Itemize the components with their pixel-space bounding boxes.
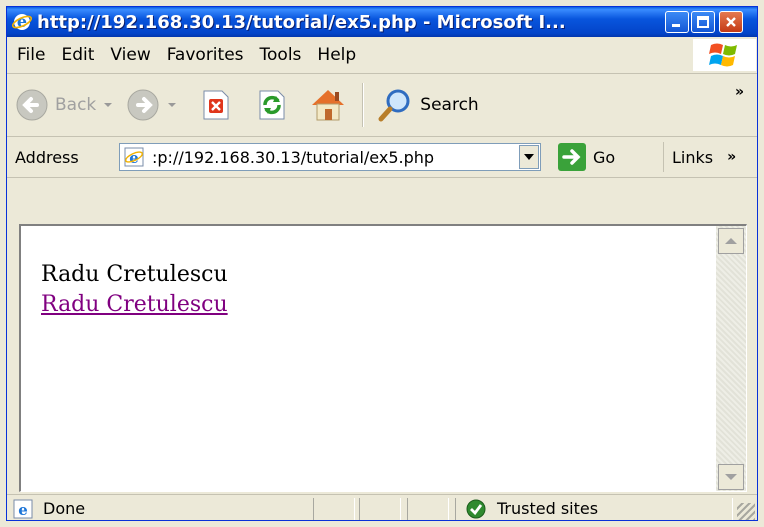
- status-cell: [313, 498, 355, 520]
- back-dropdown-icon[interactable]: [104, 103, 113, 107]
- forward-dropdown-icon[interactable]: [168, 103, 177, 107]
- page-body: Radu Cretulescu Radu Cretulescu: [41, 260, 228, 320]
- search-icon: [378, 89, 410, 122]
- forward-arrow-icon: [127, 89, 159, 121]
- standard-toolbar: Back Search »: [7, 74, 757, 137]
- scroll-down-button[interactable]: [718, 464, 744, 490]
- window-title: http://192.168.30.13/tutorial/ex5.php - …: [37, 11, 566, 33]
- chevron-down-icon: [524, 154, 534, 160]
- page-done-icon: e: [13, 499, 33, 519]
- resize-grip[interactable]: [737, 503, 755, 520]
- toolbar-more-chevron[interactable]: »: [735, 84, 744, 100]
- menu-favorites[interactable]: Favorites: [167, 45, 244, 65]
- svg-text:e: e: [18, 501, 28, 519]
- go-label: Go: [593, 147, 616, 167]
- browser-window: e http://192.168.30.13/tutorial/ex5.php …: [6, 6, 758, 521]
- menu-edit[interactable]: Edit: [61, 45, 94, 65]
- trusted-sites-check-icon: [466, 499, 486, 519]
- page-content: Radu Cretulescu Radu Cretulescu: [19, 224, 747, 492]
- status-bar: e Done Trusted sites: [7, 494, 757, 520]
- stop-button[interactable]: [198, 87, 234, 123]
- links-toolbar[interactable]: Links »: [663, 142, 736, 172]
- minimize-icon: [672, 24, 680, 27]
- menu-bar: File Edit View Favorites Tools Help: [7, 37, 757, 74]
- title-bar[interactable]: e http://192.168.30.13/tutorial/ex5.php …: [7, 7, 757, 37]
- address-bar: Address e :p://192.168.30.13/tutorial/ex…: [7, 137, 757, 178]
- maximize-icon: [697, 16, 709, 28]
- status-cell: [407, 498, 449, 520]
- toolbar-separator: [362, 83, 365, 127]
- go-button[interactable]: Go: [557, 142, 615, 172]
- menu-tools[interactable]: Tools: [260, 45, 302, 65]
- windows-flag-icon: [709, 43, 737, 67]
- vertical-scrollbar[interactable]: [716, 226, 746, 491]
- page-text: Radu Cretulescu: [41, 262, 228, 287]
- chevron-up-icon: [725, 238, 737, 244]
- search-button[interactable]: Search: [376, 86, 479, 124]
- close-icon: [726, 17, 736, 27]
- back-button[interactable]: Back: [15, 88, 113, 122]
- forward-button[interactable]: [126, 88, 177, 122]
- search-label: Search: [420, 95, 479, 115]
- refresh-button[interactable]: [254, 87, 290, 123]
- back-label: Back: [55, 95, 97, 115]
- home-icon: [312, 90, 345, 121]
- address-url-text: :p://192.168.30.13/tutorial/ex5.php: [152, 147, 435, 167]
- links-label: Links: [672, 147, 714, 167]
- status-cell: [359, 498, 401, 520]
- back-arrow-icon: [16, 89, 48, 121]
- minimize-button[interactable]: [665, 11, 689, 33]
- home-button[interactable]: [308, 85, 348, 125]
- scroll-up-button[interactable]: [718, 228, 744, 254]
- refresh-icon: [259, 90, 285, 120]
- address-dropdown-button[interactable]: [519, 145, 539, 169]
- page-ie-icon: e: [124, 147, 144, 167]
- stop-icon: [203, 90, 229, 120]
- windows-logo: [693, 39, 756, 71]
- chevron-down-icon: [725, 474, 737, 480]
- close-button[interactable]: [719, 11, 743, 33]
- zone-text: Trusted sites: [497, 499, 599, 518]
- maximize-button[interactable]: [691, 11, 715, 33]
- address-label: Address: [15, 147, 79, 167]
- links-more-chevron[interactable]: »: [727, 149, 736, 165]
- address-input[interactable]: e :p://192.168.30.13/tutorial/ex5.php: [119, 143, 541, 171]
- menu-view[interactable]: View: [110, 45, 150, 65]
- page-link[interactable]: Radu Cretulescu: [41, 292, 228, 317]
- menu-file[interactable]: File: [17, 45, 45, 65]
- status-text: Done: [43, 499, 86, 518]
- go-arrow-icon: [558, 143, 586, 171]
- menu-help[interactable]: Help: [317, 45, 356, 65]
- internet-explorer-icon: e: [11, 12, 33, 31]
